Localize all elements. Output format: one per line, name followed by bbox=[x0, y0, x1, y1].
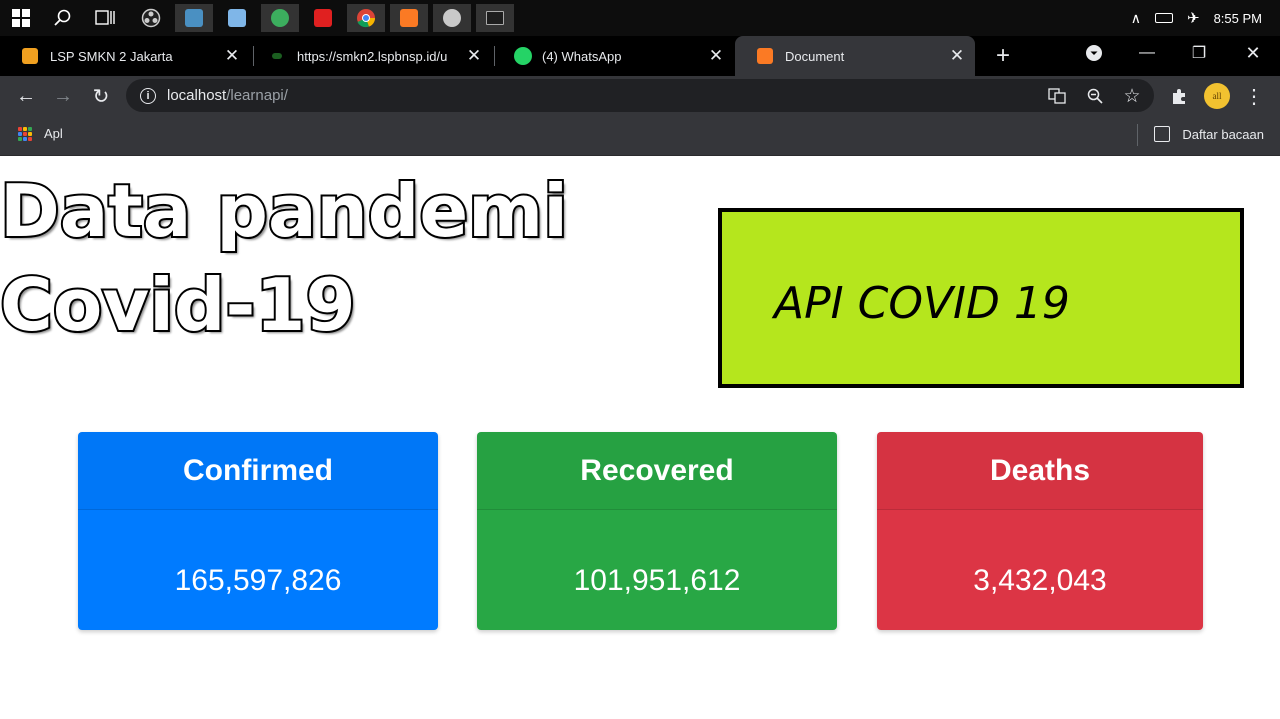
card-value: 3,432,043 bbox=[973, 564, 1107, 597]
card-deaths: Deaths 3,432,043 bbox=[877, 432, 1203, 630]
page-title-line-2: Covid-19 bbox=[0, 261, 358, 349]
windows-start-icon[interactable] bbox=[2, 4, 40, 32]
tab-search-button[interactable] bbox=[1071, 36, 1117, 70]
tab-title: Document bbox=[785, 48, 845, 64]
paint-icon[interactable] bbox=[433, 4, 471, 32]
reading-list-icon bbox=[1154, 126, 1171, 142]
reload-button[interactable]: ↻ bbox=[87, 82, 115, 110]
obs-icon[interactable] bbox=[132, 4, 170, 32]
page-title: Data pandemi Covid-19 bbox=[0, 164, 640, 352]
xampp-favicon-icon bbox=[757, 48, 773, 64]
bookmark-apps[interactable]: Apl bbox=[18, 126, 63, 141]
api-label-box: API COVID 19 bbox=[718, 208, 1244, 388]
card-title: Deaths bbox=[877, 432, 1203, 510]
app-icon[interactable] bbox=[218, 4, 256, 32]
tab-document[interactable]: Document ✕ bbox=[735, 36, 975, 76]
chrome-icon[interactable] bbox=[347, 4, 385, 32]
minimize-button[interactable]: — bbox=[1124, 36, 1170, 70]
api-label: API COVID 19 bbox=[774, 278, 1070, 329]
tab-whatsapp[interactable]: (4) WhatsApp ✕ bbox=[492, 36, 734, 76]
card-value: 101,951,612 bbox=[573, 564, 741, 597]
clock[interactable]: 8:55 PM bbox=[1214, 11, 1262, 26]
terminal-icon[interactable] bbox=[476, 4, 514, 32]
bookmark-divider bbox=[1137, 124, 1138, 146]
reading-list-label: Daftar bacaan bbox=[1182, 126, 1264, 142]
tab-title: LSP SMKN 2 Jakarta bbox=[50, 48, 173, 64]
url-text[interactable]: localhost/learnapi/ bbox=[167, 87, 288, 104]
card-title: Confirmed bbox=[78, 432, 438, 510]
address-bar[interactable]: i localhost/learnapi/ ☆ bbox=[126, 79, 1154, 112]
bookmark-apps-label: Apl bbox=[44, 126, 63, 141]
edge-icon[interactable] bbox=[261, 4, 299, 32]
page-content: Data pandemi Covid-19 API COVID 19 Confi… bbox=[0, 156, 1280, 719]
xampp-icon[interactable] bbox=[390, 4, 428, 32]
search-icon[interactable] bbox=[44, 4, 82, 32]
windows-taskbar: ∧ ✈ 8:55 PM bbox=[0, 0, 1280, 36]
airplane-icon[interactable]: ✈ bbox=[1187, 9, 1200, 27]
close-tab-icon[interactable]: ✕ bbox=[464, 46, 484, 66]
new-tab-button[interactable]: + bbox=[990, 36, 1016, 76]
bookmark-star-icon[interactable]: ☆ bbox=[1121, 85, 1143, 107]
tab-lspbnsp[interactable]: https://smkn2.lspbnsp.id/u ✕ bbox=[250, 36, 492, 76]
back-button[interactable]: ← bbox=[12, 82, 40, 110]
card-recovered: Recovered 101,951,612 bbox=[477, 432, 837, 630]
close-window-button[interactable]: ✕ bbox=[1230, 36, 1276, 70]
tab-title: (4) WhatsApp bbox=[542, 48, 622, 64]
reading-list-button[interactable]: Daftar bacaan bbox=[1154, 126, 1264, 142]
profile-avatar[interactable]: all bbox=[1203, 82, 1231, 110]
close-tab-icon[interactable]: ✕ bbox=[706, 46, 726, 66]
task-view-icon[interactable] bbox=[86, 4, 124, 32]
tab-title: https://smkn2.lspbnsp.id/u bbox=[297, 48, 448, 64]
acrobat-icon[interactable] bbox=[304, 4, 342, 32]
url-path: /learnapi/ bbox=[226, 87, 288, 104]
bookmarks-bar: Apl Daftar bacaan bbox=[0, 116, 1280, 156]
restore-button[interactable]: ❐ bbox=[1176, 36, 1222, 70]
apps-grid-icon bbox=[18, 126, 32, 141]
info-icon[interactable]: i bbox=[140, 87, 156, 104]
battery-icon[interactable] bbox=[1155, 13, 1173, 23]
card-value: 165,597,826 bbox=[174, 564, 342, 597]
translate-icon[interactable] bbox=[1046, 85, 1068, 107]
extensions-icon[interactable] bbox=[1165, 82, 1193, 110]
whatsapp-icon bbox=[514, 47, 532, 65]
close-tab-icon[interactable]: ✕ bbox=[947, 46, 967, 66]
app-icon[interactable] bbox=[175, 4, 213, 32]
chevron-up-icon[interactable]: ∧ bbox=[1131, 10, 1141, 27]
lspbnsp-favicon-icon bbox=[272, 53, 282, 59]
card-confirmed: Confirmed 165,597,826 bbox=[78, 432, 438, 630]
browser-toolbar: ← → ↻ i localhost/learnapi/ ☆ all ⋮ bbox=[0, 76, 1280, 116]
lsp-favicon-icon bbox=[22, 48, 38, 64]
card-title: Recovered bbox=[477, 432, 837, 510]
url-host: localhost bbox=[167, 87, 227, 104]
avatar: all bbox=[1204, 83, 1230, 109]
tab-lsp-smkn2[interactable]: LSP SMKN 2 Jakarta ✕ bbox=[0, 36, 250, 76]
chrome-menu-icon[interactable]: ⋮ bbox=[1240, 82, 1268, 110]
page-title-line-1: Data pandemi bbox=[0, 167, 570, 255]
close-tab-icon[interactable]: ✕ bbox=[222, 46, 242, 66]
tab-search-icon bbox=[1086, 45, 1102, 61]
zoom-out-icon[interactable] bbox=[1084, 85, 1106, 107]
forward-button[interactable]: → bbox=[49, 82, 77, 110]
